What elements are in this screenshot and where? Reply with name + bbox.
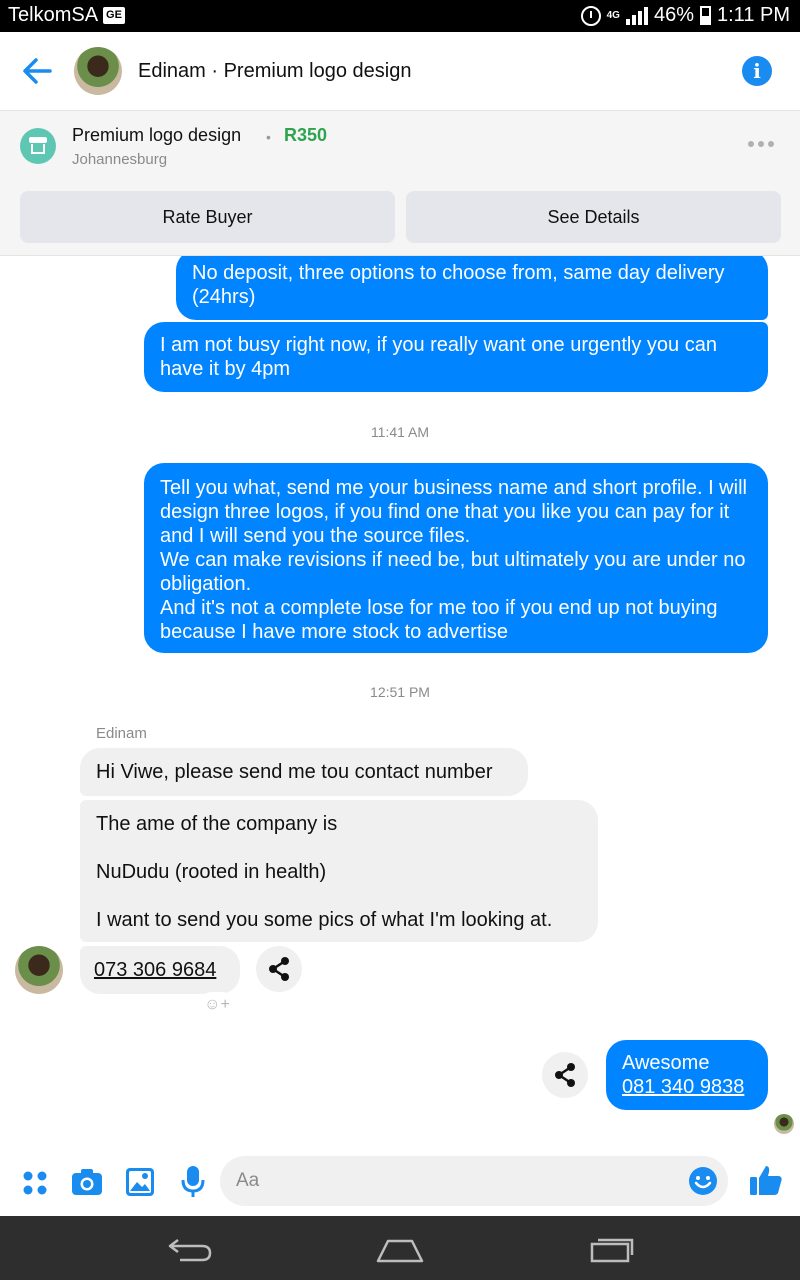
emoji-icon[interactable] <box>688 1166 718 1196</box>
rate-buyer-button[interactable]: Rate Buyer <box>20 191 395 243</box>
network-type: 4G <box>606 9 620 21</box>
see-details-button[interactable]: See Details <box>406 191 781 243</box>
message-bubble[interactable]: I am not busy right now, if you really w… <box>144 322 768 392</box>
message-bubble[interactable]: Tell you what, send me your business nam… <box>144 463 768 653</box>
share-button[interactable] <box>542 1052 588 1098</box>
microphone-icon[interactable] <box>178 1164 208 1200</box>
thumbs-up-icon[interactable] <box>748 1162 784 1198</box>
message-input-placeholder: Aa <box>236 1170 260 1191</box>
message-bubble[interactable]: No deposit, three options to choose from… <box>176 256 768 320</box>
recents-nav-icon[interactable] <box>586 1232 638 1264</box>
read-receipt-avatar <box>774 1114 794 1134</box>
timestamp: 11:41 AM <box>370 424 430 440</box>
avatar[interactable] <box>15 946 63 994</box>
listing-price: R350 <box>284 125 328 145</box>
carrier-badge: GE <box>103 7 125 24</box>
signal-icon <box>625 6 648 25</box>
share-icon <box>555 1063 575 1087</box>
share-icon <box>269 957 289 981</box>
message-bubble[interactable]: 073 306 9684 <box>80 946 240 994</box>
marketplace-listing-banner: Premium logo design • R350 Johannesburg … <box>0 110 800 256</box>
message-bubble[interactable]: The ame of the company is NuDudu (rooted… <box>80 800 598 942</box>
phone-number-link[interactable]: 073 306 9684 <box>94 959 216 981</box>
listing-location: Johannesburg <box>72 151 168 168</box>
info-icon[interactable]: i <box>742 56 772 86</box>
battery-icon <box>700 6 711 25</box>
system-navigation-bar <box>0 1216 800 1280</box>
message-thread[interactable]: No deposit, three options to choose from… <box>0 256 800 1140</box>
phone-number-link[interactable]: 081 340 9838 <box>622 1075 752 1099</box>
status-bar: TelkomSA GE 4G 46% 1:11 PM <box>0 0 800 32</box>
listing-title[interactable]: Premium logo design <box>72 125 241 146</box>
arrow-left-icon[interactable] <box>20 54 54 88</box>
carrier-name: TelkomSA <box>8 4 99 26</box>
message-bubble[interactable]: Hi Viwe, please send me tou contact numb… <box>80 748 528 796</box>
separator-dot: • <box>266 129 271 145</box>
conversation-header: Edinam · Premium logo design i <box>0 32 800 110</box>
apps-icon[interactable] <box>20 1168 50 1198</box>
shop-icon <box>20 128 56 164</box>
home-nav-icon[interactable] <box>374 1234 426 1264</box>
message-input[interactable]: Aa <box>220 1156 728 1206</box>
sender-name: Edinam <box>96 725 147 742</box>
avatar[interactable] <box>74 47 122 95</box>
battery-percent: 46% <box>653 4 694 26</box>
gallery-icon[interactable] <box>124 1166 156 1198</box>
more-options-icon[interactable] <box>748 141 774 147</box>
message-text: Awesome <box>622 1052 710 1074</box>
add-reaction-icon[interactable]: ☺+ <box>199 992 235 1018</box>
conversation-title: Edinam · Premium logo design <box>138 60 412 82</box>
clock: 1:11 PM <box>717 4 790 26</box>
message-bubble[interactable]: Awesome 081 340 9838 <box>606 1040 768 1110</box>
camera-icon[interactable] <box>70 1166 104 1198</box>
share-button[interactable] <box>256 946 302 992</box>
alarm-icon <box>580 5 601 26</box>
message-composer: Aa <box>0 1140 800 1216</box>
back-nav-icon[interactable] <box>166 1234 214 1264</box>
timestamp: 12:51 PM <box>370 684 430 700</box>
